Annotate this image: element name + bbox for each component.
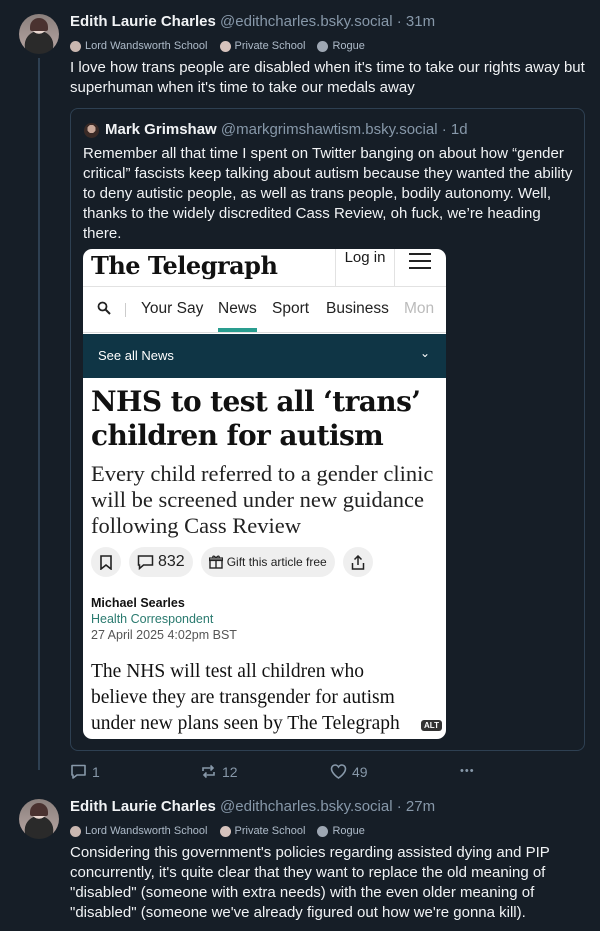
section-bar-label: See all News [98, 348, 174, 363]
like-count: 49 [352, 763, 368, 780]
gift-label: Gift this article free [226, 555, 327, 569]
repost-button[interactable]: 12 [200, 763, 238, 780]
nav-item: Sport [272, 300, 310, 317]
section-bar: See all News ⌄ [83, 334, 446, 378]
badges: Lord Wandsworth School Private School Ro… [70, 825, 365, 837]
article-byline: Michael Searles Health Correspondent 27 … [91, 595, 237, 643]
article-author-role: Health Correspondent [91, 612, 214, 626]
quote-author-name[interactable]: Mark Grimshaw [105, 121, 217, 138]
like-button[interactable]: 49 [330, 763, 368, 780]
separator: · [396, 13, 402, 30]
repost-icon [202, 764, 215, 779]
quote-author-handle[interactable]: @markgrimshawtism.bsky.social [221, 121, 438, 138]
reply-count: 1 [92, 763, 100, 780]
article-standfirst: Every child referred to a gender clinic … [91, 461, 434, 538]
private-school-badge-icon [219, 825, 231, 837]
post-header: Edith Laurie Charles @edithcharles.bsky.… [70, 13, 435, 30]
author-handle[interactable]: @edithcharles.bsky.social [220, 13, 393, 30]
post-actions: 1 12 49 ••• [0, 760, 600, 782]
post-2[interactable]: Edith Laurie Charles @edithcharles.bsky.… [0, 790, 600, 931]
bookmark-icon [91, 547, 121, 577]
nav-divider [125, 303, 126, 317]
avatar[interactable] [19, 14, 59, 54]
badge[interactable]: Private School [219, 825, 305, 837]
reply-button[interactable]: 1 [70, 763, 100, 780]
timestamp[interactable]: 27m [406, 798, 435, 815]
reply-icon [71, 764, 86, 779]
timestamp[interactable]: 31m [406, 13, 435, 30]
article-body: The NHS will test all children who belie… [91, 659, 446, 737]
nav-item: Mon [404, 300, 435, 317]
rogue-badge-icon [317, 40, 329, 52]
badge[interactable]: Lord Wandsworth School [70, 40, 208, 52]
article-screenshot-image[interactable]: The Telegraph Log in Your Say News Sport… [83, 249, 446, 739]
telegraph-logo: The Telegraph [91, 251, 278, 280]
rogue-badge-icon [317, 825, 329, 837]
share-icon [342, 547, 373, 577]
avatar[interactable] [19, 799, 59, 839]
post-1[interactable]: Edith Laurie Charles @edithcharles.bsky.… [0, 0, 600, 790]
author-handle[interactable]: @edithcharles.bsky.social [220, 798, 393, 815]
post-header: Edith Laurie Charles @edithcharles.bsky.… [70, 798, 435, 815]
quote-avatar[interactable] [84, 123, 99, 138]
article-body-line: under new plans seen by The Telegraph [91, 713, 400, 734]
school-badge-icon [70, 825, 81, 837]
post-text: I love how trans people are disabled whe… [70, 59, 585, 96]
badge[interactable]: Lord Wandsworth School [70, 825, 208, 837]
quoted-post[interactable]: Mark Grimshaw @markgrimshawtism.bsky.soc… [70, 108, 585, 751]
hamburger-menu-icon [409, 253, 431, 269]
separator: · [441, 121, 447, 138]
private-school-badge-icon [219, 40, 231, 52]
comments-button: 832 [129, 547, 193, 577]
chevron-down-icon: ⌄ [420, 346, 431, 360]
article-date: 27 April 2025 4:02pm BST [91, 628, 237, 642]
article-body-line: The NHS will test all children who [91, 661, 364, 682]
search-icon [97, 301, 111, 315]
separator: · [396, 798, 402, 815]
article-actions: 832 Gift this article free [91, 547, 373, 579]
school-badge-icon [70, 40, 81, 52]
comment-icon [137, 555, 154, 570]
badge[interactable]: Rogue [317, 40, 365, 52]
telegraph-header: The Telegraph Log in [83, 249, 446, 287]
badge[interactable]: Rogue [317, 825, 365, 837]
repost-count: 12 [222, 763, 238, 780]
article-author: Michael Searles [91, 596, 185, 610]
heart-icon [330, 764, 347, 779]
author-name[interactable]: Edith Laurie Charles [70, 798, 216, 815]
gift-article-button: Gift this article free [200, 547, 335, 577]
telegraph-nav: Your Say News Sport Business Mon [83, 287, 446, 333]
gift-icon [208, 555, 223, 569]
badges: Lord Wandsworth School Private School Ro… [70, 40, 365, 52]
login-link: Log in [335, 249, 395, 287]
nav-item-active: News [218, 300, 257, 332]
quote-text: Remember all that time I spent on Twitte… [83, 145, 573, 242]
comment-count: 832 [158, 553, 185, 570]
nav-item: Your Say [141, 300, 204, 317]
nav-item: Business [326, 300, 389, 317]
quote-timestamp[interactable]: 1d [451, 121, 468, 138]
author-name[interactable]: Edith Laurie Charles [70, 13, 216, 30]
article-headline: NHS to test all ‘trans’ children for aut… [91, 385, 421, 452]
article-body-line: believe they are transgender for autism [91, 687, 395, 708]
badge[interactable]: Private School [219, 40, 305, 52]
quote-header: Mark Grimshaw @markgrimshawtism.bsky.soc… [105, 121, 468, 138]
post-text: Considering this government's policies r… [70, 844, 550, 921]
more-options-icon[interactable]: ••• [460, 765, 475, 777]
alt-text-badge[interactable]: ALT [421, 720, 442, 731]
